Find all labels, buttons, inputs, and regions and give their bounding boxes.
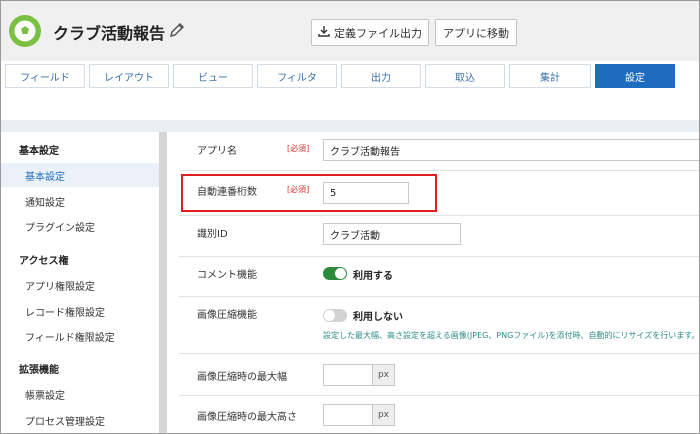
max-width-label: 画像圧縮時の最大幅 xyxy=(197,372,287,383)
edit-pencil-icon[interactable] xyxy=(168,21,186,39)
comment-toggle-text: 利用する xyxy=(353,271,393,282)
toggle-knob xyxy=(324,310,335,321)
settings-tabs: フィールド レイアウト ビュー フィルタ 出力 取込 集計 設定 xyxy=(1,63,699,89)
goto-app-button-label: アプリに移動 xyxy=(443,26,509,40)
px-unit-label: px xyxy=(372,405,394,425)
image-compress-toggle-text: 利用しない xyxy=(353,312,403,323)
sidebar-heading-basic: 基本設定 xyxy=(19,146,59,157)
sidebar-item-process[interactable]: プロセス管理設定 xyxy=(1,408,159,432)
comment-toggle[interactable] xyxy=(323,267,347,280)
divider xyxy=(179,296,699,297)
sidebar-heading-extensions: 拡張機能 xyxy=(19,365,59,376)
divider xyxy=(179,256,699,257)
identifier-label: 識別ID xyxy=(197,229,228,240)
download-icon xyxy=(318,25,330,40)
app-name-input[interactable]: クラブ活動報告 xyxy=(323,139,699,161)
sidebar-item-basic-settings[interactable]: 基本設定 xyxy=(1,163,159,187)
app-name-required-badge: [必須] xyxy=(287,144,310,153)
tab-view[interactable]: ビュー xyxy=(173,64,253,88)
divider xyxy=(179,170,699,171)
app-name-label: アプリ名 xyxy=(197,146,237,157)
max-height-label: 画像圧縮時の最大高さ xyxy=(197,412,297,423)
tab-settings[interactable]: 設定 xyxy=(595,64,675,88)
divider xyxy=(179,215,699,216)
settings-sidebar: 基本設定 基本設定 通知設定 プラグイン設定 アクセス権 アプリ権限設定 レコー… xyxy=(1,132,159,433)
header: クラブ活動報告 定義ファイル出力 アプリに移動 xyxy=(1,1,699,61)
tab-output[interactable]: 出力 xyxy=(341,64,421,88)
basic-settings-form: アプリ名 [必須] クラブ活動報告 自動連番桁数 [必須] 5 識別ID クラブ… xyxy=(167,132,700,433)
max-height-input[interactable]: px xyxy=(323,404,395,426)
export-button-label: 定義ファイル出力 xyxy=(334,26,422,40)
export-definition-button[interactable]: 定義ファイル出力 xyxy=(311,19,429,46)
app-title: クラブ活動報告 xyxy=(53,24,166,43)
tab-filter[interactable]: フィルタ xyxy=(257,64,337,88)
image-compress-note: 設定した最大幅、高さ設定を超える画像(JPEG、PNGファイル)を添付時、自動的… xyxy=(323,331,700,340)
tab-field[interactable]: フィールド xyxy=(5,64,85,88)
decorative-banner xyxy=(1,120,699,132)
tab-layout[interactable]: レイアウト xyxy=(89,64,169,88)
image-compress-label: 画像圧縮機能 xyxy=(197,310,257,321)
soccer-ball-logo-icon xyxy=(9,15,41,47)
divider xyxy=(179,353,699,354)
toggle-knob xyxy=(335,268,346,279)
tab-import[interactable]: 取込 xyxy=(425,64,505,88)
sidebar-item-record-permission[interactable]: レコード権限設定 xyxy=(1,299,159,323)
divider xyxy=(179,395,699,396)
sidebar-heading-access: アクセス権 xyxy=(19,256,69,267)
identifier-input[interactable]: クラブ活動 xyxy=(323,223,461,245)
tab-aggregate[interactable]: 集計 xyxy=(509,64,591,88)
sidebar-item-forms[interactable]: 帳票設定 xyxy=(1,382,159,406)
sidebar-item-notification[interactable]: 通知設定 xyxy=(1,189,159,213)
sidebar-item-field-permission[interactable]: フィールド権限設定 xyxy=(1,324,159,348)
goto-app-button[interactable]: アプリに移動 xyxy=(435,19,517,46)
highlight-box xyxy=(181,174,437,212)
px-unit-label: px xyxy=(372,365,394,385)
sidebar-item-app-permission[interactable]: アプリ権限設定 xyxy=(1,273,159,297)
image-compress-toggle[interactable] xyxy=(323,309,347,322)
max-width-input[interactable]: px xyxy=(323,364,395,386)
sidebar-item-plugin[interactable]: プラグイン設定 xyxy=(1,214,159,238)
comment-label: コメント機能 xyxy=(197,270,257,281)
sidebar-scrollbar[interactable] xyxy=(159,132,167,433)
app-window: クラブ活動報告 定義ファイル出力 アプリに移動 フィールド レイアウト ビュー … xyxy=(0,0,700,434)
